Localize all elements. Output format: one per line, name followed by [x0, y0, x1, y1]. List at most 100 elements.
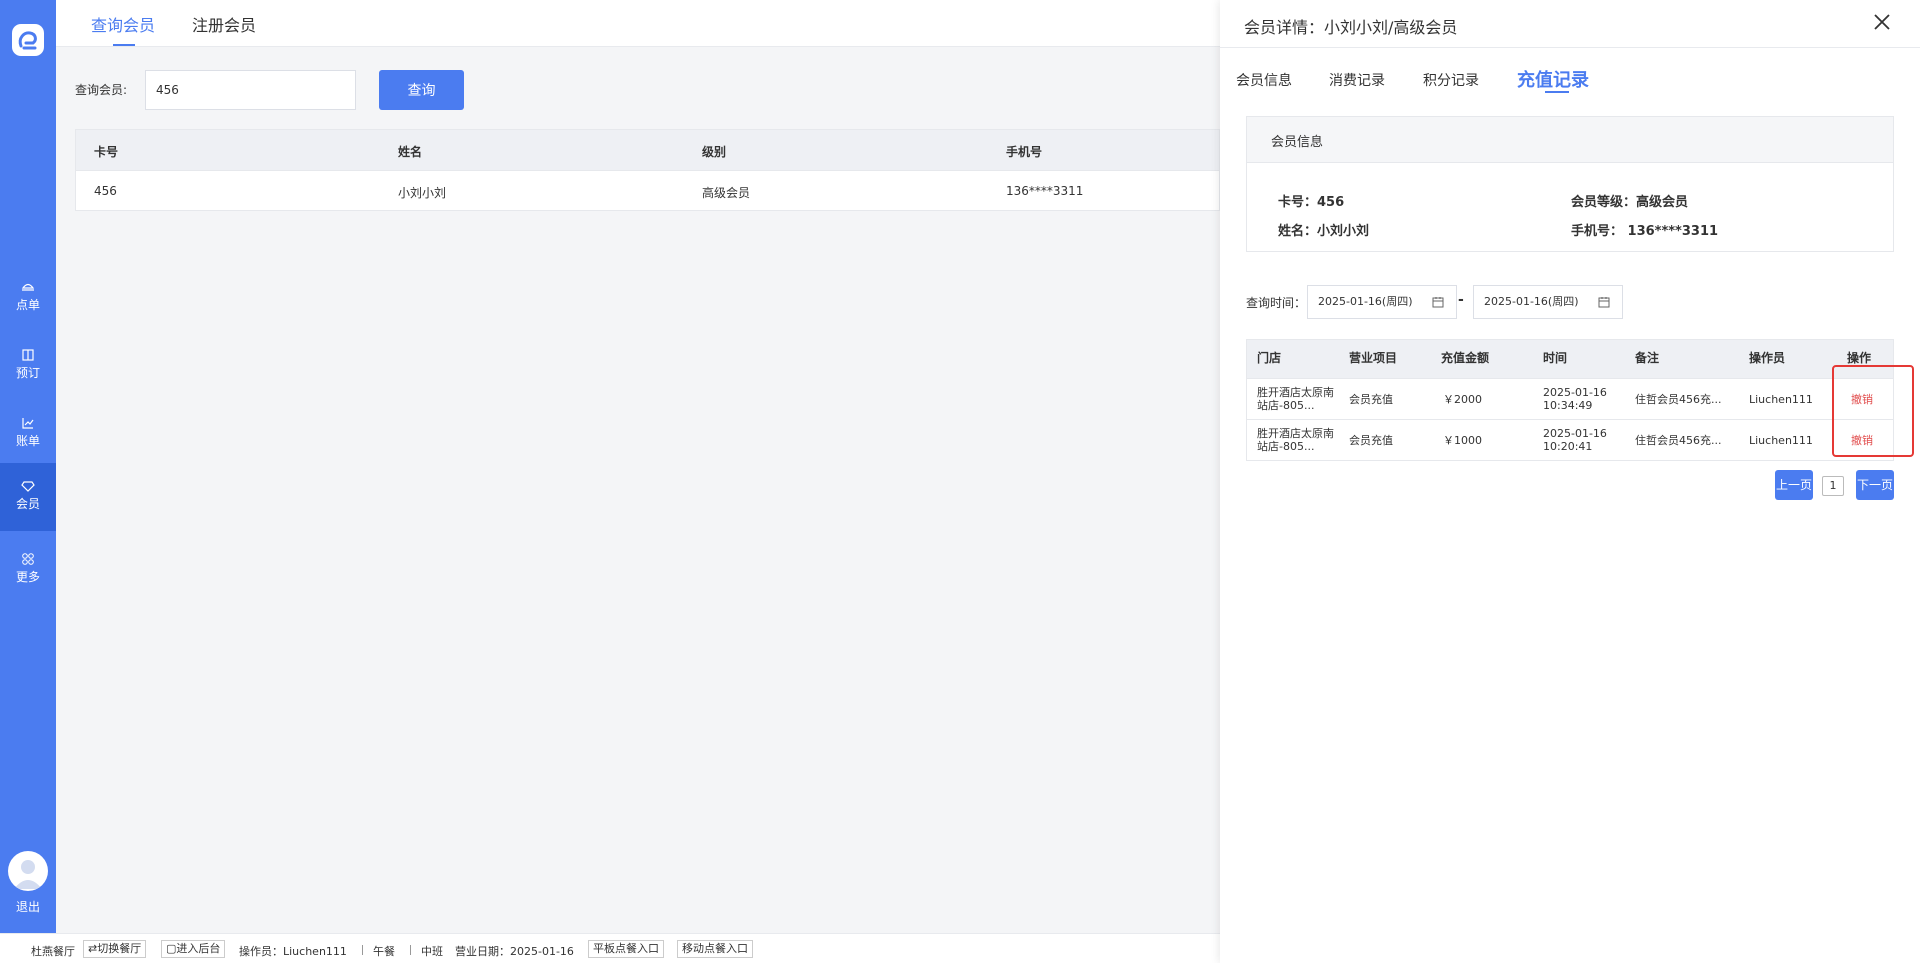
- table-row: 胜开酒店太原南站店-805... 会员充值 ￥1000 2025-01-16 1…: [1247, 419, 1893, 460]
- calendar-icon: [1598, 297, 1610, 308]
- page-number[interactable]: 1: [1822, 476, 1844, 496]
- switch-restaurant-button[interactable]: ⇄切换餐厅: [83, 940, 147, 958]
- tab-member-info[interactable]: 会员信息: [1236, 70, 1292, 90]
- close-icon[interactable]: [1870, 10, 1894, 34]
- column-header: 手机号: [1006, 145, 1043, 159]
- enter-backend-label: 进入后台: [176, 942, 221, 955]
- query-button[interactable]: 查询: [379, 70, 464, 110]
- separator: [362, 945, 363, 955]
- sidebar-item-label: 会员: [15, 497, 40, 511]
- sidebar-item-member[interactable]: 会员: [0, 463, 56, 531]
- cell-time: 2025-01-16 10:20:41: [1543, 427, 1607, 453]
- sidebar-item-label: 预订: [15, 366, 40, 380]
- sidebar-item-label: 更多: [15, 570, 40, 584]
- top-tab-bar: 查询会员 注册会员: [56, 0, 1220, 47]
- info-card-title: 会员信息: [1247, 117, 1893, 163]
- divider: [1220, 47, 1920, 48]
- sidebar-item-label: 账单: [15, 434, 40, 448]
- shift-info: 中班: [421, 945, 443, 958]
- column-header: 操作员: [1749, 351, 1786, 365]
- book-icon: [22, 349, 34, 361]
- meal-period: 午餐: [373, 945, 395, 958]
- column-header: 姓名: [398, 145, 423, 159]
- column-header: 级别: [702, 145, 727, 159]
- table-row: 胜开酒店太原南站店-805... 会员充值 ￥2000 2025-01-16 1…: [1247, 378, 1893, 419]
- cell-phone: 136****3311: [1006, 184, 1084, 198]
- column-header: 卡号: [94, 145, 119, 159]
- cell-card-no: 456: [94, 184, 117, 198]
- avatar[interactable]: [8, 851, 48, 891]
- column-header: 备注: [1635, 351, 1660, 365]
- cell-operator: Liuchen111: [1749, 393, 1813, 406]
- table-header: 卡号 姓名 级别 手机号: [76, 130, 1219, 170]
- restaurant-name: 杜燕餐厅: [31, 945, 75, 958]
- screen-icon: ▢: [166, 942, 177, 955]
- tab-consumption-records[interactable]: 消费记录: [1329, 70, 1385, 90]
- end-date-picker[interactable]: 2025-01-16(周四): [1473, 285, 1623, 319]
- member-phone: 手机号： 136****3311: [1571, 224, 1719, 239]
- column-header: 时间: [1543, 351, 1568, 365]
- chart-icon: [22, 418, 34, 429]
- sidebar-item-order[interactable]: 点单: [0, 264, 56, 330]
- sidebar: 点单 预订 账单 会员 更多 退出: [0, 0, 56, 933]
- member-table: 卡号 姓名 级别 手机号 456 小刘小刘 高级会员 136****3311: [75, 129, 1220, 211]
- cell-name: 小刘小刘: [398, 186, 447, 200]
- cell-amount: ￥2000: [1443, 393, 1482, 406]
- business-date: 营业日期：2025-01-16: [455, 945, 574, 958]
- cell-item: 会员充值: [1349, 393, 1393, 406]
- prev-page-button[interactable]: 上一页: [1775, 470, 1813, 500]
- cell-operator: Liuchen111: [1749, 434, 1813, 447]
- switch-restaurant-label: 切换餐厅: [97, 942, 142, 955]
- drawer-title: 会员详情：小刘小刘/高级会员: [1244, 18, 1458, 37]
- sidebar-item-reserve[interactable]: 预订: [0, 332, 56, 398]
- column-header: 营业项目: [1349, 351, 1398, 365]
- cell-note: 住哲会员456充...: [1635, 393, 1722, 406]
- cell-level: 高级会员: [702, 186, 751, 200]
- member-info-card: 会员信息 卡号：456 会员等级：高级会员 姓名：小刘小刘 手机号： 136**…: [1246, 116, 1894, 252]
- table-header: 门店 营业项目 充值金额 时间 备注 操作员 操作: [1247, 340, 1893, 378]
- tablet-order-button[interactable]: 平板点餐入口: [588, 940, 664, 958]
- end-date-value: 2025-01-16(周四): [1484, 295, 1579, 308]
- cell-store: 胜开酒店太原南站店-805...: [1257, 386, 1334, 412]
- cell-store: 胜开酒店太原南站店-805...: [1257, 427, 1334, 453]
- card-number: 卡号：456: [1278, 195, 1345, 210]
- grid-icon: [22, 553, 34, 565]
- column-header: 充值金额: [1441, 351, 1490, 365]
- start-date-picker[interactable]: 2025-01-16(周四): [1307, 285, 1457, 319]
- tab-recharge-records[interactable]: 充值记录: [1517, 66, 1589, 93]
- diamond-icon: [21, 481, 35, 492]
- highlight-box: [1832, 365, 1914, 457]
- tab-register-member[interactable]: 注册会员: [192, 12, 256, 36]
- sidebar-item-label: 点单: [15, 298, 40, 312]
- logout-button[interactable]: 退出: [0, 898, 56, 915]
- cell-time: 2025-01-16 10:34:49: [1543, 386, 1607, 412]
- separator: [410, 945, 411, 955]
- member-detail-drawer: 会员详情：小刘小刘/高级会员 会员信息 消费记录 积分记录 充值记录 会员信息 …: [1220, 0, 1920, 963]
- mobile-order-button[interactable]: 移动点餐入口: [677, 940, 753, 958]
- tab-points-records[interactable]: 积分记录: [1423, 70, 1479, 90]
- recharge-table: 门店 营业项目 充值金额 时间 备注 操作员 操作 胜开酒店太原南站店-805.…: [1246, 339, 1894, 461]
- cell-amount: ￥1000: [1443, 434, 1482, 447]
- member-level: 会员等级：高级会员: [1571, 195, 1689, 210]
- user-icon: [14, 860, 42, 889]
- tab-query-member[interactable]: 查询会员: [91, 12, 155, 46]
- member-name: 姓名：小刘小刘: [1278, 224, 1370, 239]
- cell-item: 会员充值: [1349, 434, 1393, 447]
- date-filter-label: 查询时间：: [1246, 296, 1307, 310]
- app-logo: [12, 24, 44, 56]
- sidebar-item-bill[interactable]: 账单: [0, 400, 56, 466]
- enter-backend-button[interactable]: ▢进入后台: [161, 940, 226, 958]
- sidebar-item-more[interactable]: 更多: [0, 536, 56, 602]
- date-range-separator: -: [1458, 292, 1464, 308]
- table-row[interactable]: 456 小刘小刘 高级会员 136****3311: [76, 170, 1219, 210]
- next-page-button[interactable]: 下一页: [1856, 470, 1894, 500]
- operator-info: 操作员：Liuchen111: [239, 945, 347, 958]
- cell-note: 住哲会员456充...: [1635, 434, 1722, 447]
- status-bar: 杜燕餐厅 ⇄切换餐厅 ▢进入后台 操作员：Liuchen111 午餐 中班 营业…: [0, 933, 1220, 963]
- food-icon: [21, 283, 35, 291]
- column-header: 操作: [1847, 351, 1872, 365]
- calendar-icon: [1432, 297, 1444, 308]
- swap-icon: ⇄: [88, 942, 98, 955]
- column-header: 门店: [1257, 351, 1282, 365]
- search-input[interactable]: [145, 70, 356, 110]
